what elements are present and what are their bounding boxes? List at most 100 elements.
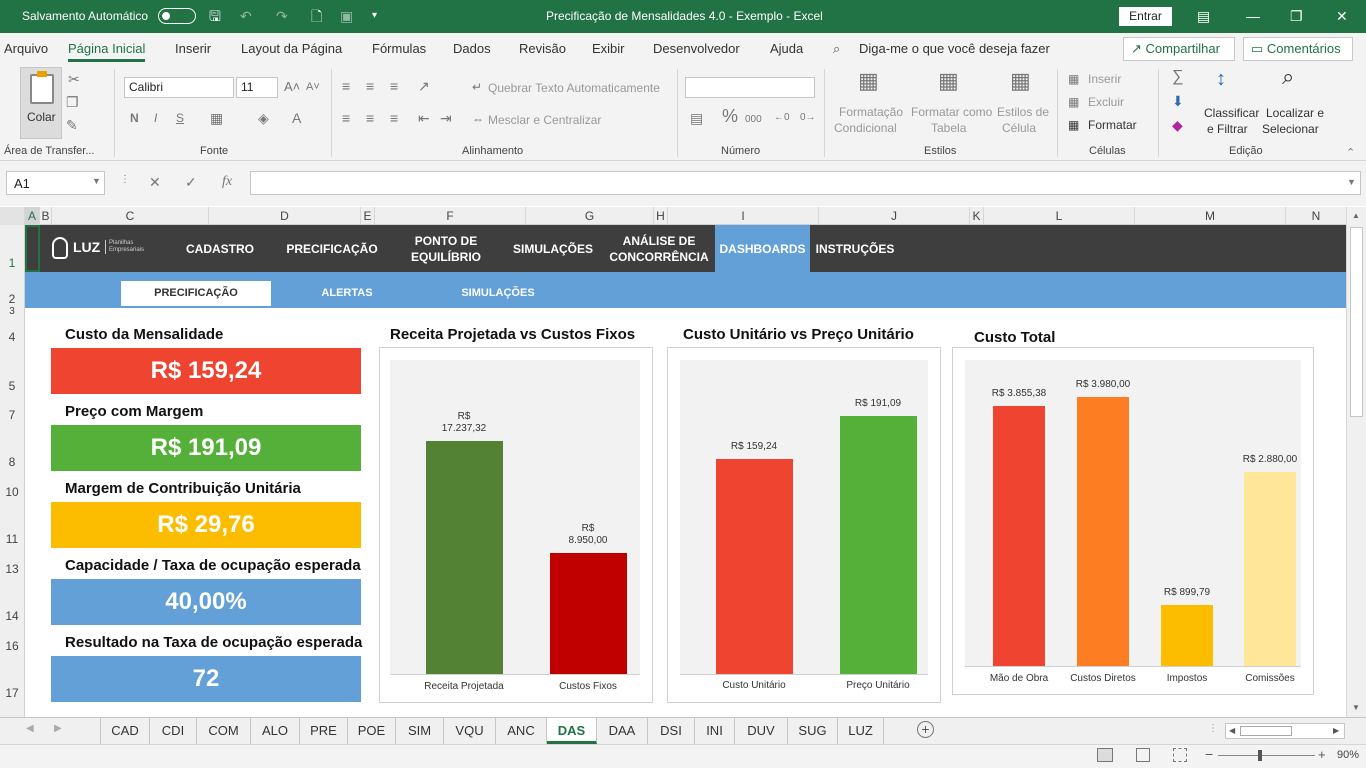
save-icon[interactable]: 🖫 bbox=[209, 7, 221, 25]
sheet-tab[interactable]: ALO bbox=[251, 718, 300, 744]
bar-comiss-es[interactable] bbox=[1244, 472, 1296, 666]
zoom-in-icon[interactable]: + bbox=[1318, 747, 1326, 762]
sort-filter-line1[interactable]: Classificar bbox=[1204, 106, 1259, 120]
row-header[interactable]: 1 bbox=[0, 256, 24, 270]
name-box-dropdown-icon[interactable]: ▼ bbox=[92, 176, 101, 186]
borders-icon[interactable]: ▦ bbox=[210, 110, 223, 126]
bold-button[interactable]: N bbox=[130, 111, 139, 125]
nav-instrucoes[interactable]: INSTRUÇÕES bbox=[810, 225, 900, 272]
cut-icon[interactable]: ✂ bbox=[68, 71, 80, 87]
tab-exibir[interactable]: Exibir bbox=[592, 41, 625, 56]
page-layout-view-icon[interactable] bbox=[1136, 748, 1150, 762]
sheet-tab[interactable]: CAD bbox=[101, 718, 150, 744]
tab-scroll-right-icon[interactable]: ▶ bbox=[54, 723, 62, 734]
print-preview-icon[interactable]: 🗋 bbox=[311, 7, 322, 25]
nav-analise-concorrencia[interactable]: ANÁLISE DE CONCORRÊNCIA bbox=[609, 225, 709, 272]
column-header[interactable]: J bbox=[819, 207, 970, 225]
column-header[interactable]: H bbox=[654, 207, 668, 225]
zoom-out-icon[interactable]: − bbox=[1205, 746, 1213, 762]
share-button[interactable]: ↗ Compartilhar bbox=[1123, 37, 1235, 61]
row-header[interactable]: 8 bbox=[0, 455, 24, 469]
bar-custos-fixos[interactable] bbox=[549, 553, 627, 674]
accounting-icon[interactable]: ▤ bbox=[690, 110, 703, 126]
font-color-icon[interactable]: A bbox=[292, 110, 301, 126]
autosum-icon[interactable]: ∑ bbox=[1172, 69, 1183, 85]
nav-ponto-equilibrio[interactable]: PONTO DE EQUILÍBRIO bbox=[401, 225, 491, 272]
column-header[interactable]: E bbox=[361, 207, 375, 225]
indent-icon[interactable]: ⇤ bbox=[418, 110, 430, 126]
name-box[interactable]: A1 bbox=[6, 171, 105, 195]
hscroll-thumb[interactable] bbox=[1240, 726, 1292, 736]
sheet-tab[interactable]: DUV bbox=[735, 718, 788, 744]
sheet-tab[interactable]: CDI bbox=[150, 718, 197, 744]
tab-formulas[interactable]: Fórmulas bbox=[372, 41, 426, 56]
minimize-icon[interactable]: — bbox=[1246, 7, 1260, 25]
paste-button[interactable]: Colar bbox=[20, 67, 62, 139]
tab-arquivo[interactable]: Arquivo bbox=[4, 41, 48, 56]
column-header[interactable]: C bbox=[52, 207, 209, 225]
sheet-tab-active[interactable]: DAS bbox=[547, 718, 597, 744]
zoom-level[interactable]: 90% bbox=[1337, 749, 1359, 761]
nav-simulacoes[interactable]: SIMULAÇÕES bbox=[507, 225, 599, 272]
grow-font-icon[interactable]: A˄ bbox=[284, 79, 300, 95]
subnav-simulacoes[interactable]: SIMULAÇÕES bbox=[423, 281, 573, 306]
clear-icon[interactable]: ◆ bbox=[1172, 117, 1183, 133]
page-break-view-icon[interactable] bbox=[1173, 748, 1187, 762]
conditional-format-line2[interactable]: Condicional bbox=[834, 121, 897, 135]
bar-custos-diretos[interactable] bbox=[1077, 397, 1129, 666]
scroll-down-icon[interactable]: ▼ bbox=[1352, 703, 1360, 712]
cell-styles-line2[interactable]: Célula bbox=[1002, 121, 1036, 135]
font-size-select[interactable]: 11 bbox=[236, 77, 278, 98]
autosave-toggle[interactable] bbox=[158, 8, 196, 24]
row-header[interactable]: 4 bbox=[0, 330, 24, 344]
zoom-slider-thumb[interactable] bbox=[1258, 750, 1262, 761]
sheet-tab[interactable]: DSI bbox=[648, 718, 695, 744]
delete-cells-button[interactable]: Excluir bbox=[1088, 95, 1124, 109]
cancel-entry-icon[interactable]: ✕ bbox=[149, 174, 161, 191]
format-painter-icon[interactable]: ✎ bbox=[66, 117, 78, 133]
row-header[interactable]: 7 bbox=[0, 408, 24, 422]
undo-icon[interactable]: ↶ bbox=[240, 7, 252, 25]
row-header[interactable]: 17 bbox=[0, 686, 24, 700]
sheet-tab[interactable]: COM bbox=[197, 718, 251, 744]
row-header[interactable]: 14 bbox=[0, 609, 24, 623]
subnav-precificacao[interactable]: PRECIFICAÇÃO bbox=[121, 281, 271, 306]
tab-layout[interactable]: Layout da Página bbox=[241, 41, 342, 56]
font-name-select[interactable]: Calibri bbox=[124, 77, 234, 98]
column-header[interactable]: I bbox=[668, 207, 819, 225]
camera-icon[interactable]: ▣ bbox=[340, 7, 353, 25]
column-header[interactable]: M bbox=[1135, 207, 1286, 225]
wrap-text-button[interactable]: Quebrar Texto Automaticamente bbox=[488, 81, 660, 95]
number-format-select[interactable] bbox=[685, 77, 815, 98]
ribbon-display-icon[interactable]: ▤ bbox=[1197, 7, 1210, 25]
cell-styles-line1[interactable]: Estilos de bbox=[997, 105, 1049, 119]
decrease-decimal-icon[interactable]: 0→ bbox=[800, 110, 816, 126]
row-header[interactable]: 11 bbox=[0, 532, 24, 546]
align-right-icon[interactable]: ≡ bbox=[390, 110, 398, 126]
hscroll-left-icon[interactable]: ◀ bbox=[1229, 726, 1235, 735]
align-middle-icon[interactable]: ≡ bbox=[366, 78, 374, 94]
hscroll-right-icon[interactable]: ▶ bbox=[1333, 726, 1339, 735]
chart-custo-preco-unitario[interactable]: R$ 159,24 Custo Unitário R$ 191,09 Preço Un… bbox=[667, 347, 941, 703]
tab-revisao[interactable]: Revisão bbox=[519, 41, 566, 56]
signin-button[interactable]: Entrar bbox=[1119, 7, 1172, 26]
shrink-font-icon[interactable]: A˅ bbox=[306, 79, 320, 95]
confirm-entry-icon[interactable]: ✓ bbox=[185, 174, 197, 191]
copy-icon[interactable]: ❐ bbox=[66, 94, 79, 110]
expand-formula-icon[interactable]: ▼ bbox=[1347, 177, 1356, 187]
bar-m-o-de-obra[interactable] bbox=[993, 406, 1045, 666]
find-select-line2[interactable]: Selecionar bbox=[1262, 122, 1319, 136]
sheet-tab[interactable]: DAA bbox=[597, 718, 648, 744]
orientation-icon[interactable]: ↗ bbox=[418, 78, 430, 94]
customize-toolbar-icon[interactable]: ▾ bbox=[372, 7, 377, 25]
normal-view-icon[interactable] bbox=[1097, 748, 1113, 762]
selected-cell-a1[interactable] bbox=[25, 225, 40, 272]
column-header[interactable]: A bbox=[25, 207, 40, 225]
sheet-tab[interactable]: POE bbox=[348, 718, 396, 744]
thousands-icon[interactable]: 000 bbox=[745, 112, 762, 128]
column-header[interactable]: K bbox=[970, 207, 984, 225]
row-header[interactable]: 16 bbox=[0, 639, 24, 653]
align-top-icon[interactable]: ≡ bbox=[342, 78, 350, 94]
fill-icon[interactable]: ⬇ bbox=[1172, 93, 1184, 109]
subnav-alertas[interactable]: ALERTAS bbox=[272, 281, 422, 306]
